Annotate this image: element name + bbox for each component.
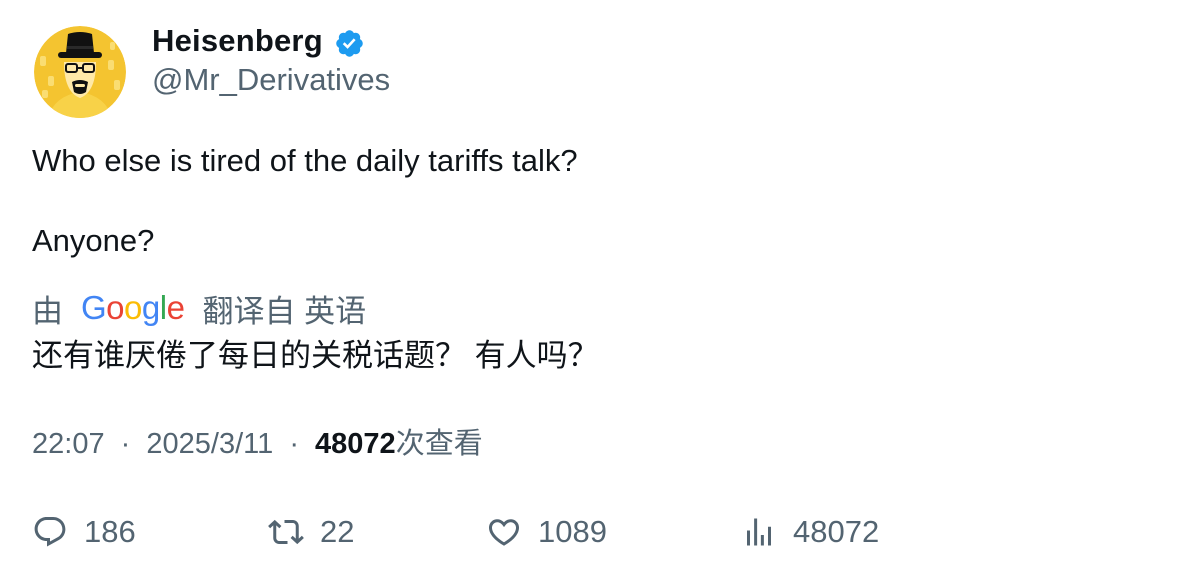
reply-count: 186: [84, 514, 136, 549]
heart-icon: [486, 514, 522, 550]
analytics-icon: [741, 514, 777, 550]
like-button[interactable]: 1089: [486, 512, 607, 552]
tweet-meta: 22:07 · 2025/3/11 · 48072次查看: [32, 426, 483, 462]
heisenberg-avatar-icon: [34, 26, 126, 118]
views-label: 次查看: [395, 428, 483, 460]
tweet-time[interactable]: 22:07: [32, 428, 105, 460]
meta-separator: ·: [289, 428, 299, 460]
views-count: 48072: [315, 428, 396, 460]
verified-badge-icon: [334, 28, 365, 59]
translation-suffix: 翻译自 英语: [202, 293, 367, 329]
reply-icon: [32, 514, 68, 550]
translation-prefix: 由: [32, 293, 63, 329]
tweet-date[interactable]: 2025/3/11: [146, 428, 273, 460]
google-logo: Google: [81, 289, 185, 326]
author-display-name[interactable]: Heisenberg: [152, 23, 323, 59]
tweet-card: Heisenberg @Mr_Derivatives Who else is t…: [0, 0, 1196, 578]
author-handle[interactable]: @Mr_Derivatives: [152, 62, 390, 98]
avatar[interactable]: [34, 26, 126, 118]
translated-text: 还有谁厌倦了每日的关税话题？ 有人吗？: [32, 338, 599, 373]
meta-separator: ·: [120, 428, 131, 460]
retweet-button[interactable]: 22: [268, 512, 354, 552]
reply-button[interactable]: 186: [32, 512, 136, 552]
views-button[interactable]: 48072: [741, 512, 879, 552]
retweet-count: 22: [320, 514, 355, 549]
tweet-text-line-1: Who else is tired of the daily tariffs t…: [32, 143, 578, 178]
retweet-icon: [268, 514, 304, 550]
like-count: 1089: [538, 514, 607, 549]
translation-attribution[interactable]: 由 Google 翻译自 英语: [32, 288, 367, 329]
views-action-count: 48072: [793, 514, 880, 549]
tweet-text-line-2: Anyone?: [32, 223, 155, 258]
